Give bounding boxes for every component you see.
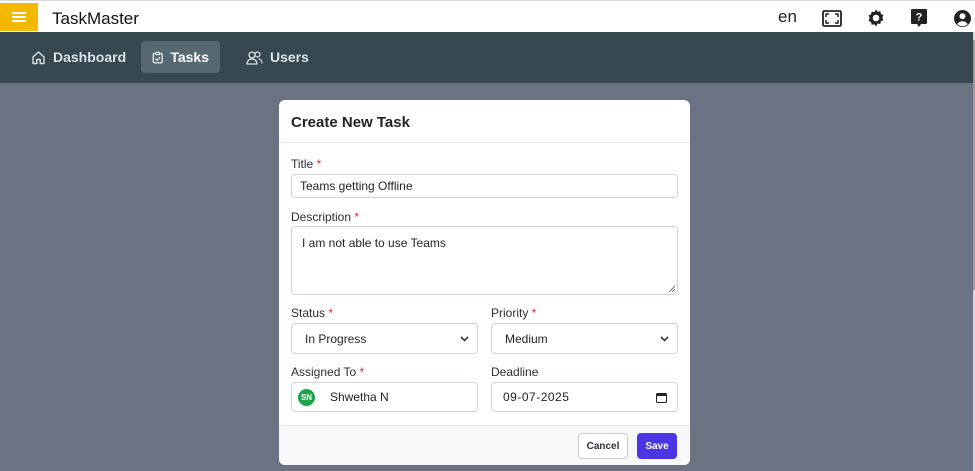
required-mark: * [354,210,360,224]
avatar: SN [298,388,315,406]
gear-icon [868,9,884,27]
account-button[interactable] [951,7,973,29]
nav-item-label: Users [270,49,309,65]
deadline-date-input[interactable]: 09-07-2025 [491,382,678,412]
title-label: Title * [291,157,322,171]
required-mark: * [359,365,365,379]
status-label: Status * [291,306,334,320]
deadline-label: Deadline [491,365,539,379]
nav-bar: Dashboard Tasks Users [0,32,975,83]
create-task-modal: Create New Task Title * Teams getting Of… [279,100,690,465]
required-mark: * [531,306,537,320]
clipboard-check-icon [152,51,163,63]
app-title: TaskMaster [52,9,139,28]
account-icon [953,9,971,27]
required-mark: * [316,157,322,171]
chevron-down-icon [460,335,469,342]
calendar-icon[interactable] [656,392,667,403]
home-icon [32,50,45,64]
help-button[interactable]: ? [908,7,930,29]
settings-button[interactable] [865,7,887,29]
status-select[interactable]: In Progress [291,323,478,354]
assigned-to-select[interactable]: SN Shwetha N [291,382,478,412]
resize-handle-icon[interactable] [668,285,675,292]
description-label: Description * [291,210,360,224]
chevron-down-icon [660,335,669,342]
menu-button[interactable] [0,3,38,31]
save-button[interactable]: Save [637,433,677,459]
nav-item-tasks[interactable]: Tasks [141,41,220,73]
help-icon: ? [911,9,927,27]
top-bar: TaskMaster en ? [0,0,975,32]
language-selector[interactable]: en [778,1,797,33]
modal-header: Create New Task [279,100,690,143]
description-textarea[interactable]: I am not able to use Teams [291,226,678,295]
nav-item-label: Dashboard [53,49,127,65]
cancel-button[interactable]: Cancel [578,433,628,459]
users-icon [246,50,263,65]
svg-text:?: ? [916,12,923,24]
modal-footer: Cancel Save [279,425,690,465]
fullscreen-icon [822,9,842,27]
priority-label: Priority * [491,306,537,320]
nav-item-dashboard[interactable]: Dashboard [20,41,137,73]
assigned-to-label: Assigned To * [291,365,365,379]
nav-item-label: Tasks [170,49,209,65]
fullscreen-button[interactable] [821,7,843,29]
menu-icon [12,12,26,22]
nav-item-users[interactable]: Users [235,41,320,73]
required-mark: * [328,306,334,320]
modal-title: Create New Task [291,114,410,131]
title-input[interactable]: Teams getting Offline [291,174,678,198]
priority-select[interactable]: Medium [491,323,678,354]
